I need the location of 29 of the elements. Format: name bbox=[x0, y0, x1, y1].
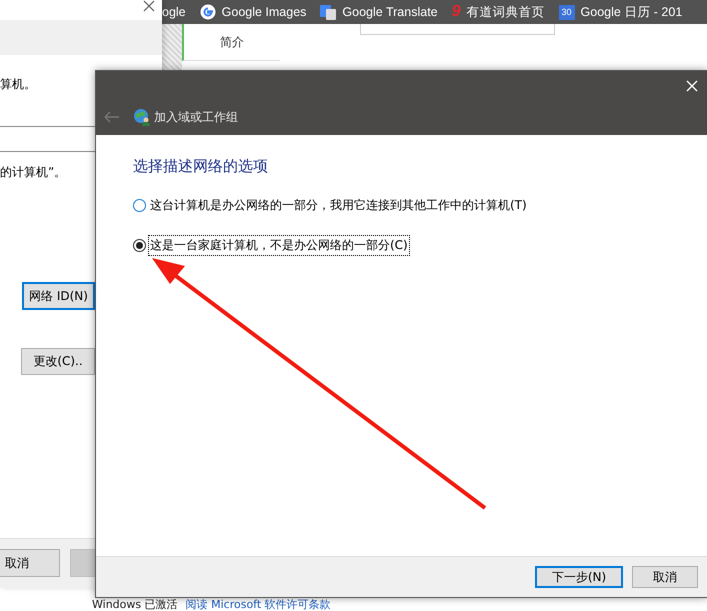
close-icon bbox=[143, 0, 155, 12]
bookmark-link[interactable]: ogle bbox=[162, 5, 186, 19]
dialog-button[interactable]: 取消 bbox=[632, 566, 698, 588]
radio-button[interactable] bbox=[133, 239, 146, 252]
bookmark-link[interactable]: Google Translate bbox=[342, 5, 438, 19]
google-icon bbox=[200, 4, 216, 20]
network-globe-icon bbox=[133, 108, 151, 126]
dialog-button[interactable]: 更改(C).. bbox=[21, 348, 95, 375]
license-link[interactable]: 阅读 Microsoft 软件许可条款 bbox=[186, 598, 331, 611]
youdao-icon: 9 bbox=[452, 4, 461, 20]
dialog-button[interactable]: 网络 ID(N) bbox=[22, 282, 95, 310]
bookmark-link[interactable]: Google 日历 - 201 bbox=[580, 4, 682, 20]
page-strip bbox=[162, 24, 182, 70]
activation-status: Windows 已激活 bbox=[92, 598, 178, 611]
page-tab[interactable]: 简介 bbox=[182, 24, 280, 61]
calendar-icon: 30 bbox=[558, 4, 575, 20]
dialog-button[interactable]: 取消 bbox=[0, 549, 60, 577]
bookmark-link[interactable]: Google Images bbox=[222, 5, 306, 19]
description-text: 算机。 bbox=[0, 76, 36, 93]
close-icon bbox=[686, 80, 698, 92]
description-text: 的计算机”。 bbox=[0, 164, 66, 181]
page-heading: 选择描述网络的选项 bbox=[133, 157, 269, 176]
radio-button[interactable] bbox=[133, 199, 146, 212]
option-label[interactable]: 这是一台家庭计算机，不是办公网络的一部分(C) bbox=[149, 236, 409, 255]
translate-icon bbox=[320, 4, 336, 20]
dialog-button[interactable]: 下一步(N) bbox=[535, 566, 623, 588]
option-label[interactable]: 这台计算机是办公网络的一部分，我用它连接到其他工作中的计算机(T) bbox=[149, 196, 528, 215]
dialog-title: 加入域或工作组 bbox=[154, 108, 238, 126]
bookmark-link[interactable]: 有道词典首页 bbox=[466, 4, 545, 20]
